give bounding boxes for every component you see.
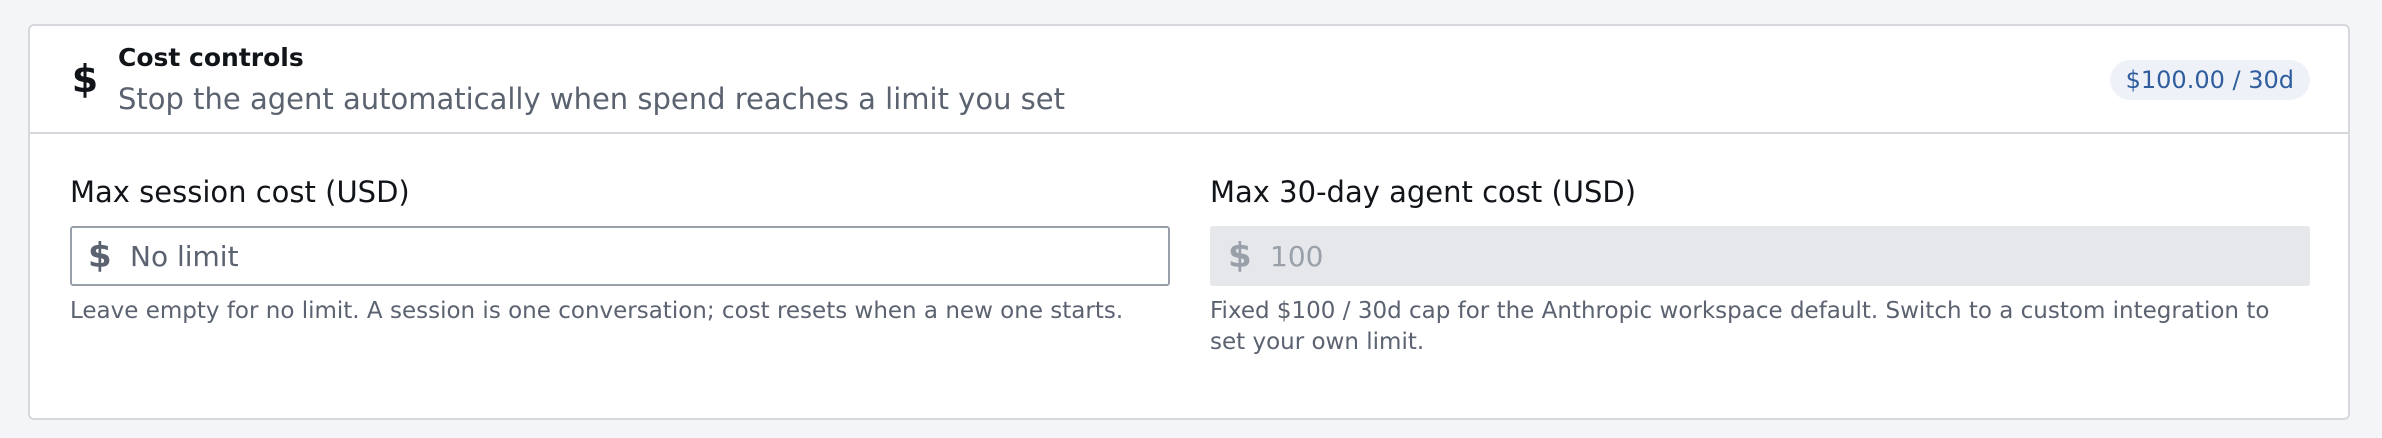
agent-cost-input-box: $ [1210, 226, 2310, 286]
agent-cost-help: Fixed $100 / 30d cap for the Anthropic w… [1210, 298, 2270, 355]
session-cost-input-box[interactable]: $ [70, 226, 1170, 286]
session-cost-help: Leave empty for no limit. A session is o… [70, 298, 1124, 324]
section-title: Cost controls [118, 43, 304, 72]
agent-cost-input [1270, 228, 2290, 284]
agent-cost-field: Max 30-day agent cost (USD) $ Fixed $100… [1210, 174, 2310, 358]
session-cost-label: Max session cost (USD) [70, 175, 410, 209]
section-subtitle: Stop the agent automatically when spend … [118, 82, 1065, 116]
budget-badge: $100.00 / 30d [2109, 60, 2310, 100]
session-cost-input[interactable] [130, 228, 1150, 284]
agent-dollar-prefix-icon: $ [1228, 236, 1252, 276]
dollar-icon: $ [71, 57, 99, 101]
cost-controls-card: $ Cost controls Stop the agent automatic… [28, 24, 2350, 420]
session-dollar-prefix-icon: $ [88, 236, 112, 276]
session-cost-field: Max session cost (USD) $ Leave empty for… [70, 174, 1170, 327]
agent-cost-label: Max 30-day agent cost (USD) [1210, 175, 1637, 209]
cost-controls-header: $ Cost controls Stop the agent automatic… [30, 26, 2348, 134]
